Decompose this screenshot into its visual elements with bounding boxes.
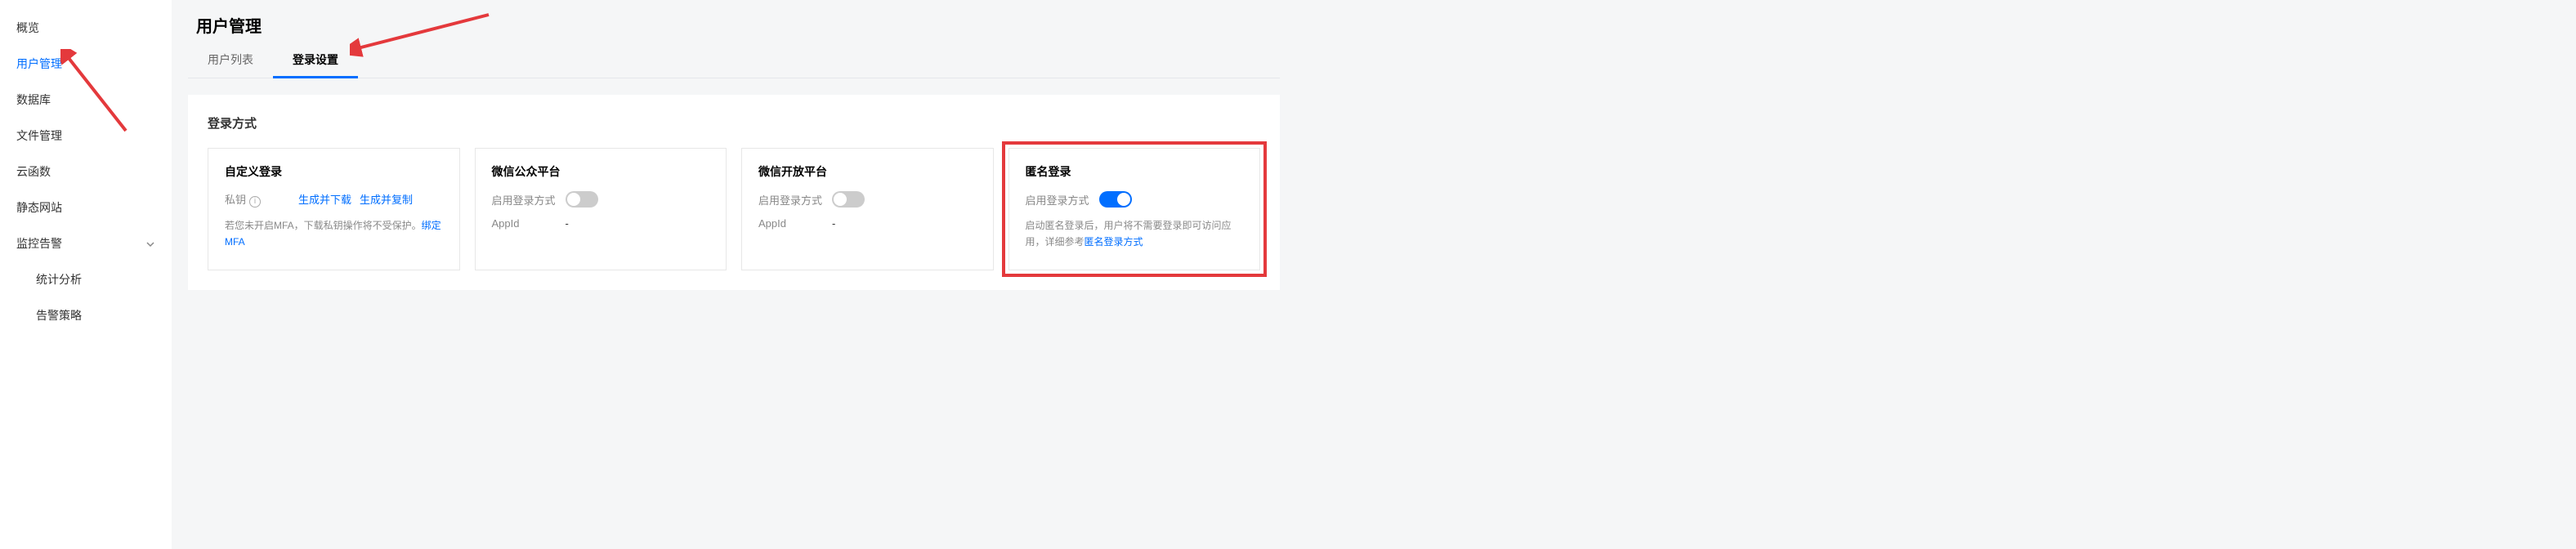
sidebar-item-monitoring[interactable]: 监控告警 xyxy=(0,225,172,261)
card-anonymous: 匿名登录 启用登录方式 启动匿名登录后，用户将不需要登录即可访问应用，详细参考匿… xyxy=(1008,148,1261,270)
tabs: 用户列表 登录设置 xyxy=(188,43,1280,78)
tab-user-list[interactable]: 用户列表 xyxy=(188,43,273,78)
custom-login-desc: 若您未开启MFA，下载私钥操作将不受保护。绑定MFA xyxy=(225,217,443,251)
anon-desc: 启动匿名登录后，用户将不需要登录即可访问应用，详细参考匿名登录方式 xyxy=(1026,217,1244,251)
tab-login-settings[interactable]: 登录设置 xyxy=(273,43,358,78)
sidebar-item-overview[interactable]: 概览 xyxy=(0,10,172,46)
main-content: 用户管理 用户列表 登录设置 登录方式 自定义登录 私钥i 生成并下载 生成并复… xyxy=(172,0,1280,549)
card-custom-login: 自定义登录 私钥i 生成并下载 生成并复制 若您未开启MFA，下载私钥操作将不受… xyxy=(208,148,460,270)
login-methods-panel: 登录方式 自定义登录 私钥i 生成并下载 生成并复制 若您未开启MFA，下载私钥… xyxy=(188,95,1280,290)
anon-enable-label: 启用登录方式 xyxy=(1026,192,1099,208)
sidebar-item-database[interactable]: 数据库 xyxy=(0,82,172,118)
chevron-down-icon xyxy=(145,239,155,248)
wx-mp-appid-value: - xyxy=(566,217,569,230)
sidebar-item-static-site[interactable]: 静态网站 xyxy=(0,190,172,225)
sidebar-item-stats[interactable]: 统计分析 xyxy=(0,261,172,297)
toggle-wx-open[interactable] xyxy=(832,191,865,208)
wx-open-appid-label: AppId xyxy=(758,217,832,230)
card-wx-open: 微信开放平台 启用登录方式 AppId - xyxy=(741,148,994,270)
sidebar-item-user-mgmt[interactable]: 用户管理 xyxy=(0,46,172,82)
sidebar: 概览 用户管理 数据库 文件管理 云函数 静态网站 监控告警 统计分析 告警策略 xyxy=(0,0,172,549)
card-anon-title: 匿名登录 xyxy=(1026,163,1244,180)
link-generate-download[interactable]: 生成并下载 xyxy=(298,191,351,207)
blank-right xyxy=(1280,0,2576,549)
sidebar-item-cloud-fn[interactable]: 云函数 xyxy=(0,154,172,190)
toggle-wx-mp[interactable] xyxy=(566,191,598,208)
wx-mp-appid-label: AppId xyxy=(492,217,566,230)
card-custom-title: 自定义登录 xyxy=(225,163,443,180)
private-key-label: 私钥i xyxy=(225,191,298,208)
card-wx-mp-title: 微信公众平台 xyxy=(492,163,710,180)
sidebar-item-alert-policy[interactable]: 告警策略 xyxy=(0,297,172,333)
card-wx-open-title: 微信开放平台 xyxy=(758,163,977,180)
link-generate-copy[interactable]: 生成并复制 xyxy=(360,191,413,207)
panel-title: 登录方式 xyxy=(208,114,1260,132)
page-title: 用户管理 xyxy=(188,0,1280,43)
wx-open-appid-value: - xyxy=(832,217,835,230)
info-icon[interactable]: i xyxy=(249,196,261,208)
toggle-anonymous[interactable] xyxy=(1099,191,1132,208)
card-wx-mp: 微信公众平台 启用登录方式 AppId - xyxy=(475,148,727,270)
link-anon-doc[interactable]: 匿名登录方式 xyxy=(1085,236,1143,248)
wx-mp-enable-label: 启用登录方式 xyxy=(492,192,566,208)
wx-open-enable-label: 启用登录方式 xyxy=(758,192,832,208)
sidebar-item-file-mgmt[interactable]: 文件管理 xyxy=(0,118,172,154)
